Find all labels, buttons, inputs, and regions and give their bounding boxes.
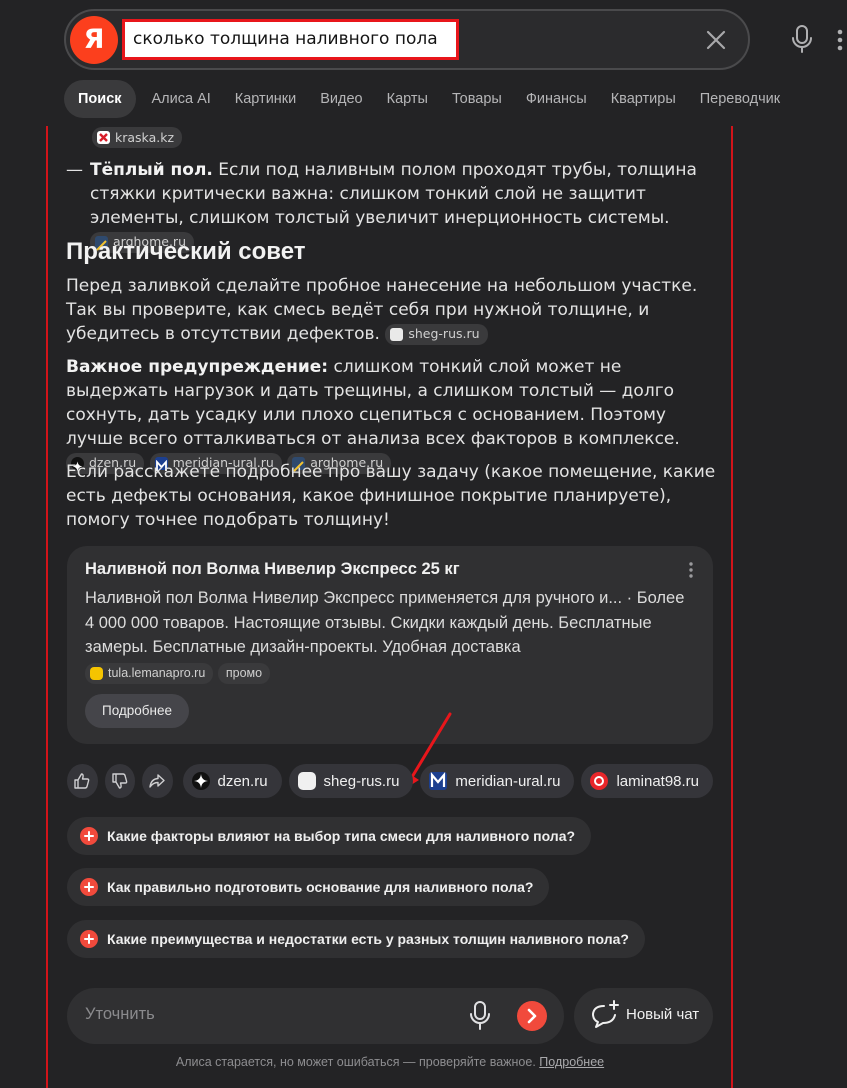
- sheg-rus-favicon: [390, 327, 404, 341]
- source-chip-label: sheg-rus.ru: [408, 326, 480, 341]
- advice-text: Перед заливкой сделайте пробное нанесени…: [66, 276, 698, 344]
- feedback-sources-row: dzen.ru sheg-rus.ru meridian-ural.ru lam…: [67, 764, 713, 798]
- refine-placeholder[interactable]: Уточнить: [85, 1005, 155, 1024]
- yandex-logo[interactable]: Я: [70, 16, 118, 64]
- footer-more-link[interactable]: Подробнее: [539, 1055, 604, 1069]
- dzen-icon: [191, 772, 210, 790]
- suggestion-chip[interactable]: Какие преимущества и недостатки есть у р…: [67, 920, 645, 958]
- mic-icon[interactable]: [466, 999, 494, 1033]
- more-icon[interactable]: [833, 20, 847, 60]
- suggestion-chip[interactable]: Как правильно подготовить основание для …: [67, 868, 550, 906]
- source-pill-meridian[interactable]: meridian-ural.ru: [420, 764, 575, 798]
- search-tabs: Поиск Алиса AI Картинки Видео Карты Това…: [64, 80, 792, 118]
- clear-icon[interactable]: [700, 24, 732, 56]
- share-button[interactable]: [142, 764, 173, 798]
- send-button[interactable]: [517, 1001, 547, 1031]
- closing-paragraph: Если расскажете подробнее про вашу задач…: [66, 462, 716, 530]
- tab-images[interactable]: Картинки: [223, 80, 308, 118]
- source-pill-label: sheg-rus.ru: [323, 772, 400, 790]
- mic-icon[interactable]: [784, 21, 820, 57]
- plus-circle-icon: [80, 930, 98, 948]
- plus-circle-icon: [80, 827, 98, 845]
- warning-title: Важное предупреждение:: [66, 357, 329, 377]
- search-input[interactable]: сколько толщина наливного пола: [122, 19, 459, 60]
- tab-alice-ai[interactable]: Алиса AI: [140, 80, 223, 118]
- kraska-favicon: [97, 131, 110, 144]
- source-pill-laminat[interactable]: laminat98.ru: [581, 764, 713, 798]
- sheg-rus-icon: [297, 772, 316, 790]
- suggestion-label: Какие факторы влияют на выбор типа смеси…: [107, 828, 576, 844]
- ad-card-title[interactable]: Наливной пол Волма Нивелир Экспресс 25 к…: [85, 560, 460, 579]
- source-chip-lemanapro[interactable]: tula.lemanapro.ru: [85, 663, 214, 685]
- annotation-frame-right: [731, 126, 733, 1088]
- promo-badge: промо: [217, 663, 271, 685]
- warm-floor-title: Тёплый пол.: [90, 160, 213, 180]
- ad-card-text: Наливной пол Волма Нивелир Экспресс прим…: [85, 589, 685, 656]
- footer-text: Алиса старается, но может ошибаться — пр…: [175, 1055, 536, 1069]
- footer-disclaimer: Алиса старается, но может ошибаться — пр…: [66, 1055, 714, 1069]
- source-chip-label: kraska.kz: [115, 130, 175, 145]
- meridian-icon: [429, 772, 448, 790]
- lemanapro-favicon: [90, 667, 103, 681]
- source-pill-sheg-rus[interactable]: sheg-rus.ru: [288, 764, 414, 798]
- source-pill-label: meridian-ural.ru: [455, 772, 561, 790]
- ad-card-description: Наливной пол Волма Нивелир Экспресс прим…: [85, 586, 685, 685]
- ad-more-button[interactable]: Подробнее: [85, 694, 190, 728]
- list-bullet: —: [66, 160, 83, 180]
- thumbs-down-button[interactable]: [104, 764, 135, 798]
- tab-translator[interactable]: Переводчик: [688, 80, 792, 118]
- suggestion-chip[interactable]: Какие факторы влияют на выбор типа смеси…: [67, 817, 592, 855]
- new-chat-label[interactable]: Новый чат: [626, 1006, 699, 1023]
- tab-maps[interactable]: Карты: [375, 80, 440, 118]
- thumbs-up-icon: [74, 773, 90, 789]
- plus-circle-icon: [80, 878, 98, 896]
- share-icon: [149, 774, 165, 788]
- send-icon: [527, 1008, 537, 1024]
- tab-finance[interactable]: Финансы: [514, 80, 599, 118]
- annotation-frame-left: [46, 126, 48, 1088]
- source-chip-sheg-rus[interactable]: sheg-rus.ru: [385, 323, 488, 345]
- thumbs-up-button[interactable]: [67, 764, 98, 798]
- thumbs-down-icon: [112, 773, 128, 789]
- source-pill-label: laminat98.ru: [616, 772, 700, 790]
- card-more-icon[interactable]: [683, 560, 699, 580]
- advice-paragraph: Перед заливкой сделайте пробное нанесени…: [66, 274, 716, 346]
- suggestion-label: Какие преимущества и недостатки есть у р…: [107, 931, 629, 947]
- source-pill-dzen[interactable]: dzen.ru: [182, 764, 282, 798]
- source-chip-label: tula.lemanapro.ru: [108, 666, 206, 681]
- tab-video[interactable]: Видео: [308, 80, 374, 118]
- advice-heading: Практический совет: [66, 238, 306, 265]
- tab-search[interactable]: Поиск: [64, 80, 136, 118]
- tab-apartments[interactable]: Квартиры: [599, 80, 688, 118]
- laminat-icon: [590, 772, 609, 790]
- warning-paragraph: Важное предупреждение: слишком тонкий сл…: [66, 355, 716, 475]
- source-pill-label: dzen.ru: [217, 772, 268, 790]
- tab-products[interactable]: Товары: [440, 80, 514, 118]
- source-chip-kraska[interactable]: kraska.kz: [92, 127, 183, 148]
- suggestion-label: Как правильно подготовить основание для …: [107, 879, 534, 895]
- new-chat-icon: [592, 1000, 619, 1028]
